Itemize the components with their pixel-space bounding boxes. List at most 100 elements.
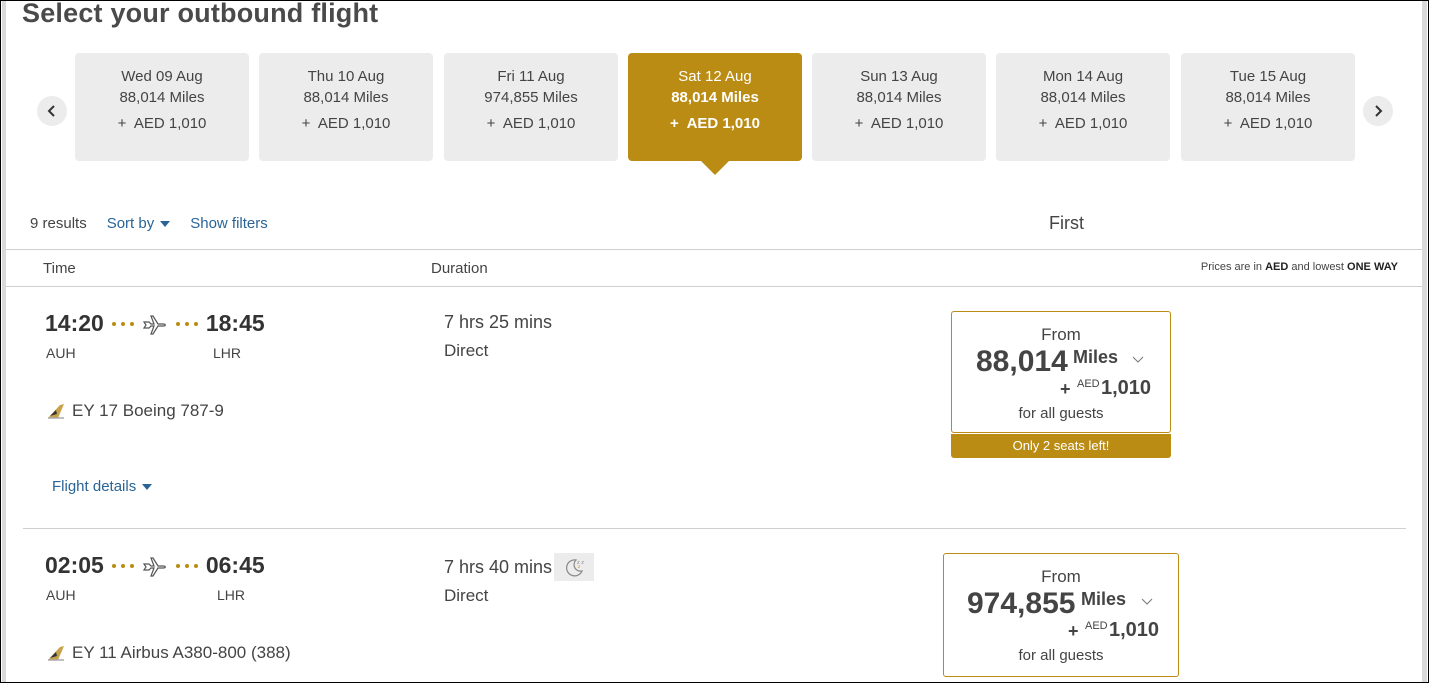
results-bar: 9 results Sort by Show filters: [30, 215, 268, 232]
fare-cash: + AED 1,010: [944, 619, 1178, 643]
next-dates-button[interactable]: [1363, 96, 1393, 126]
airline-tail-icon: [46, 402, 72, 420]
page-frame: Select your outbound flight Wed 09 Aug 8…: [0, 0, 1429, 683]
chevron-down-icon[interactable]: [1132, 353, 1144, 365]
date-label: Fri 11 Aug: [497, 68, 565, 85]
date-label: Sun 13 Aug: [860, 68, 938, 85]
date-card-wed-09-aug[interactable]: Wed 09 Aug 88,014 Miles + AED 1,010: [75, 53, 249, 161]
show-filters-link[interactable]: Show filters: [190, 215, 268, 232]
fare-miles-amount: 88,014: [976, 345, 1068, 378]
duration-text: 7 hrs 40 mins: [444, 556, 553, 577]
origin-airport: AUH: [46, 345, 76, 361]
fare-guests-label: for all guests: [1018, 405, 1104, 422]
fare-guests-label: for all guests: [1018, 647, 1104, 664]
destination-airport: LHR: [217, 587, 246, 603]
date-label: Sat 12 Aug: [678, 68, 752, 85]
duration-text: 7 hrs 25 mins: [444, 312, 553, 332]
flight-number: EY 17 Boeing 787-9: [46, 401, 224, 421]
date-miles: 88,014 Miles: [1040, 89, 1126, 106]
date-cash: + AED 1,010: [117, 115, 207, 132]
flight-stops: Direct: [444, 586, 489, 605]
arrival-time: 06:45: [205, 552, 265, 578]
date-card-fri-11-aug[interactable]: Fri 11 Aug 974,855 Miles + AED 1,010: [444, 53, 618, 161]
date-label: Mon 14 Aug: [1042, 68, 1124, 85]
sort-by-label: Sort by: [106, 215, 155, 232]
fare-miles-unit: Miles: [1073, 347, 1119, 367]
fare-plus: +: [1060, 379, 1071, 399]
flight-details-label: Flight details: [52, 478, 137, 495]
date-card-mon-14-aug[interactable]: Mon 14 Aug 88,014 Miles + AED 1,010: [996, 53, 1170, 161]
date-cash: + AED 1,010: [301, 115, 391, 132]
date-card-sat-12-aug-selected[interactable]: Sat 12 Aug 88,014 Miles + AED 1,010: [628, 53, 802, 161]
fare-cash-amount: 1,010: [1109, 619, 1160, 641]
fare-option-first[interactable]: From 974,855 Miles + AED 1,010 for all g…: [943, 553, 1179, 677]
flight-number-text: EY 11 Airbus A380-800 (388): [72, 643, 291, 662]
date-card-thu-10-aug[interactable]: Thu 10 Aug 88,014 Miles + AED 1,010: [259, 53, 433, 161]
overnight-moon-icon: z zz: [554, 553, 595, 581]
route-dots: [175, 321, 198, 326]
chevron-down-icon[interactable]: [1141, 595, 1153, 607]
flight-times: 14:20 18:45: [45, 310, 265, 337]
fare-miles-unit: Miles: [1081, 589, 1127, 609]
flight-details-toggle[interactable]: Flight details: [52, 478, 153, 495]
sort-by-dropdown[interactable]: Sort by: [107, 215, 171, 232]
fare-currency: AED: [1077, 378, 1100, 390]
fare-from-label: From: [1041, 325, 1081, 344]
date-miles: 88,014 Miles: [119, 89, 205, 106]
route-dots: [175, 563, 198, 568]
departure-time: 02:05: [45, 552, 104, 578]
scrollbar[interactable]: [1422, 1, 1427, 682]
date-card-tue-15-aug[interactable]: Tue 15 Aug 88,014 Miles + AED 1,010: [1181, 53, 1355, 161]
date-label: Tue 15 Aug: [1229, 68, 1307, 85]
price-note-text: Prices are in: [1200, 261, 1266, 273]
fare-currency: AED: [1085, 620, 1108, 632]
arrival-time: 18:45: [205, 310, 265, 336]
chevron-left-icon: [47, 105, 55, 117]
date-label: Thu 10 Aug: [307, 68, 385, 85]
flight-number: EY 11 Airbus A380-800 (388): [46, 643, 291, 663]
date-cash: + AED 1,010: [854, 115, 944, 132]
divider: [6, 286, 1422, 287]
fare-plus: +: [1068, 621, 1079, 641]
airplane-icon: [142, 312, 168, 336]
fare-cash: + AED 1,010: [952, 377, 1170, 401]
date-miles: 88,014 Miles: [303, 89, 389, 106]
date-card-sun-13-aug[interactable]: Sun 13 Aug 88,014 Miles + AED 1,010: [812, 53, 986, 161]
price-note-trip-type: ONE WAY: [1347, 261, 1398, 273]
price-note-currency: AED: [1265, 261, 1289, 273]
page-title: Select your outbound flight: [22, 0, 379, 28]
column-header-duration: Duration: [431, 260, 488, 277]
date-miles: 88,014 Miles: [671, 89, 759, 106]
fare-cash-amount: 1,010: [1101, 377, 1152, 399]
flight-number-text: EY 17 Boeing 787-9: [72, 401, 224, 420]
column-header-time: Time: [43, 260, 76, 277]
fare-miles-amount: 974,855: [967, 587, 1076, 620]
price-note-text: and lowest: [1288, 261, 1348, 273]
divider: [6, 249, 1422, 250]
route-dots: [111, 321, 134, 326]
svg-text:z: z: [578, 564, 580, 569]
destination-airport: LHR: [213, 345, 242, 361]
date-miles: 88,014 Miles: [856, 89, 942, 106]
left-edge: [2, 1, 6, 682]
seats-left-badge: Only 2 seats left!: [951, 434, 1171, 458]
fare-option-first[interactable]: From 88,014 Miles + AED 1,010 for all gu…: [951, 311, 1171, 433]
flight-stops: Direct: [444, 341, 489, 360]
origin-airport: AUH: [46, 587, 76, 603]
chevron-right-icon: [1375, 105, 1383, 117]
departure-time: 14:20: [45, 310, 104, 336]
date-miles: 974,855 Miles: [484, 89, 578, 106]
date-cash: + AED 1,010: [1223, 115, 1313, 132]
date-cash: + AED 1,010: [1038, 115, 1128, 132]
flight-duration: 7 hrs 40 mins z zz: [444, 553, 595, 581]
date-miles: 88,014 Miles: [1225, 89, 1311, 106]
route-dots: [111, 563, 134, 568]
date-cash: + AED 1,010: [670, 115, 760, 132]
previous-dates-button[interactable]: [37, 96, 67, 126]
fare-miles: 88,014 Miles: [952, 345, 1170, 379]
caret-down-icon: [160, 220, 171, 227]
flight-times: 02:05 06:45: [45, 552, 265, 579]
flight-duration: 7 hrs 25 mins: [444, 312, 552, 333]
price-note: Prices are in AED and lowest ONE WAY: [1201, 261, 1398, 273]
fare-from-label: From: [1041, 567, 1081, 586]
